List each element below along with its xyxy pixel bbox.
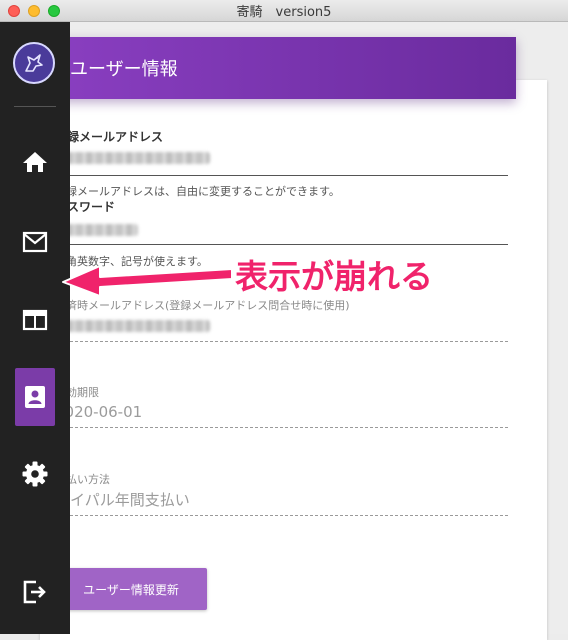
annotation-arrow-icon [62, 265, 233, 297]
annotation-text: 表示が崩れる [235, 257, 433, 296]
gear-icon [22, 461, 48, 487]
settlement-email-field [66, 320, 210, 332]
update-user-info-button[interactable]: ユーザー情報更新 [55, 568, 207, 610]
user-info-card [40, 80, 547, 640]
window-titlebar: 寄騎 version5 [0, 0, 568, 22]
home-icon [23, 152, 47, 172]
settlement-email-underline [55, 341, 508, 342]
email-hint: 登録メールアドレスは、自由に変更することができます。 [55, 185, 340, 198]
sidebar-item-mail[interactable] [15, 214, 55, 270]
mail-icon [22, 231, 48, 253]
window-title: 寄騎 version5 [236, 5, 332, 20]
sidebar-item-settings[interactable] [15, 446, 55, 502]
expiry-underline [55, 427, 508, 428]
email-label: 登録メールアドレス [55, 130, 164, 144]
logout-icon [23, 580, 46, 604]
email-underline [55, 175, 508, 176]
contact-card-icon [25, 386, 45, 408]
close-window-button[interactable] [8, 5, 20, 17]
payment-underline [55, 515, 508, 516]
card-title: ユーザー情報 [70, 59, 178, 80]
horse-logo-icon [25, 54, 43, 72]
password-underline [55, 244, 508, 245]
app-logo [13, 42, 55, 84]
sidebar-item-user-info[interactable] [15, 368, 55, 426]
sidebar-item-logout[interactable] [15, 564, 55, 620]
zoom-window-button[interactable] [48, 5, 60, 17]
window-controls [8, 5, 60, 17]
sidebar-item-window[interactable] [15, 292, 55, 348]
sidebar-divider [14, 106, 56, 107]
email-field[interactable] [66, 152, 210, 164]
browser-window-icon [22, 309, 48, 331]
sidebar-item-home[interactable] [15, 134, 55, 190]
minimize-window-button[interactable] [28, 5, 40, 17]
payment-value: ペイパル年間支払い [55, 491, 190, 509]
card-header: ユーザー情報 [44, 37, 516, 99]
sidebar [0, 22, 70, 634]
password-field[interactable] [66, 224, 138, 236]
